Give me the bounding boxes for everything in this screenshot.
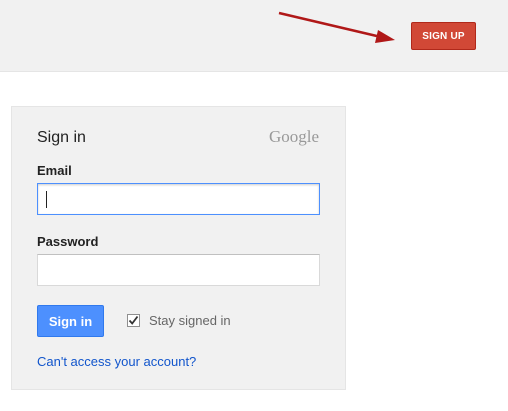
email-label: Email (37, 163, 72, 178)
stay-signed-in-label: Stay signed in (149, 313, 231, 328)
top-bar: SIGN UP (0, 0, 508, 72)
sign-in-title: Sign in (37, 129, 86, 146)
sign-in-card: Sign in Google Email Password Sign in St… (11, 106, 346, 390)
stay-signed-in-checkbox[interactable] (127, 314, 140, 327)
sign-in-button[interactable]: Sign in (37, 305, 104, 337)
cant-access-account-link[interactable]: Can't access your account? (37, 354, 196, 369)
checkmark-icon (128, 315, 139, 325)
stay-signed-in-row[interactable]: Stay signed in (127, 313, 231, 328)
text-caret (46, 191, 47, 208)
sign-up-button[interactable]: SIGN UP (411, 22, 476, 50)
google-logo: Google (268, 127, 319, 146)
password-field[interactable] (37, 254, 320, 286)
email-field[interactable] (37, 183, 320, 215)
password-label: Password (37, 234, 99, 249)
